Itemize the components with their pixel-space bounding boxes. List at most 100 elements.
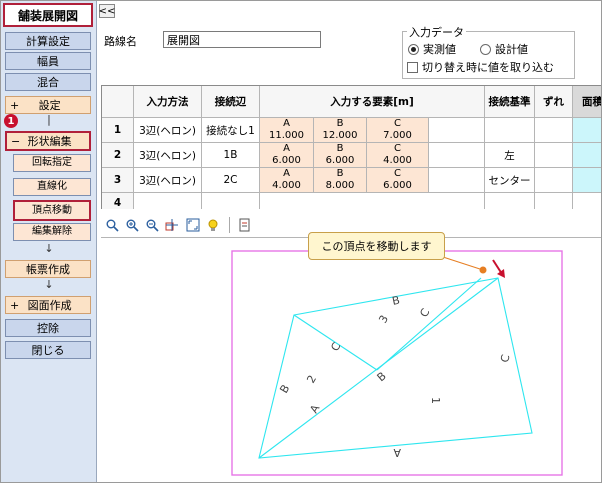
element-key: B — [336, 143, 344, 154]
sidebar-item-tojiru[interactable]: 閉じる — [5, 341, 91, 359]
sidebar-item-kaiten-shitei[interactable]: 回転指定 — [13, 154, 91, 172]
flow-arrow: ↓ — [44, 278, 54, 291]
element-key: C — [394, 143, 401, 154]
row-number: 1 — [102, 118, 134, 143]
area-cell — [573, 168, 601, 193]
checkbox-label: 切り替え時に値を取り込む — [422, 61, 554, 74]
sidebar-item-chokusenka[interactable]: 直線化 — [13, 178, 91, 196]
sidebar-item-label: 頂点移動 — [32, 204, 72, 216]
sidebar-item-fukuin[interactable]: 幅員 — [5, 52, 91, 70]
element-extra-cell[interactable] — [429, 118, 485, 143]
element-key: A — [283, 118, 290, 129]
header-area: 面積 — [573, 86, 601, 118]
drawing-canvas[interactable]: B 3 C C 2 B A B 1 C A — [101, 237, 601, 482]
element-extra-cell[interactable] — [429, 168, 485, 193]
elements-cell[interactable] — [260, 193, 485, 209]
basis-cell[interactable]: センター — [485, 168, 535, 193]
area-cell — [573, 193, 601, 209]
element-c-cell[interactable]: C 6.000 — [367, 168, 429, 193]
collapse-sidebar-button[interactable]: << — [99, 4, 115, 18]
offset-cell[interactable] — [535, 118, 573, 143]
sidebar-item-label: 設定 — [38, 99, 61, 112]
method-cell[interactable] — [134, 193, 202, 209]
element-key: A — [283, 143, 290, 154]
sidebar: 舗装展開図 計算設定 幅員 混合 + 設定 | 1 − 形状編集 回転指定 直線… — [1, 1, 97, 482]
zoom-out-icon[interactable] — [145, 218, 159, 232]
header-basis: 接続基準 — [485, 86, 535, 118]
edge-cell[interactable]: 1B — [202, 143, 260, 168]
sidebar-item-keijo-henshu[interactable]: − 形状編集 — [5, 131, 91, 151]
element-key: B — [336, 118, 344, 129]
element-value: 6.000 — [383, 180, 412, 191]
radio-label: 設計値 — [495, 43, 528, 56]
area-cell — [573, 118, 601, 143]
label-t2-c: C — [328, 340, 343, 353]
sidebar-item-keisan-settei[interactable]: 計算設定 — [5, 32, 91, 50]
offset-cell[interactable] — [535, 168, 573, 193]
label-t3-c: C — [417, 306, 432, 319]
element-c-cell[interactable]: C 7.000 — [367, 118, 429, 143]
header-offset: ずれ — [535, 86, 573, 118]
print-icon[interactable] — [237, 218, 251, 232]
sidebar-item-zumen-sakusei[interactable]: + 図面作成 — [5, 296, 91, 314]
sidebar-item-label: 計算設定 — [26, 35, 70, 48]
route-name-input[interactable] — [163, 31, 321, 48]
sidebar-item-kongo[interactable]: 混合 — [5, 73, 91, 91]
sidebar-item-label: 回転指定 — [32, 157, 72, 168]
sidebar-item-kojo[interactable]: 控除 — [5, 319, 91, 337]
edge-cell[interactable]: 接続なし1 — [202, 118, 260, 143]
zoom-icon[interactable] — [105, 218, 119, 232]
element-b-cell[interactable]: B 12.000 — [314, 118, 367, 143]
element-a-cell[interactable]: A 6.000 — [260, 143, 314, 168]
header-method: 入力方法 — [134, 86, 202, 118]
sidebar-item-label: 閉じる — [31, 344, 65, 357]
element-c-cell[interactable]: C 4.000 — [367, 143, 429, 168]
vertex-callout: この頂点を移動します — [308, 232, 445, 260]
import-on-switch-checkbox[interactable]: 切り替え時に値を取り込む — [407, 59, 554, 75]
element-value: 8.000 — [325, 180, 355, 191]
method-cell[interactable]: 3辺(ヘロン) — [134, 118, 202, 143]
sidebar-item-chohyo-sakusei[interactable]: 帳票作成 — [5, 260, 91, 278]
element-b-cell[interactable]: B 8.000 — [314, 168, 367, 193]
fit-icon[interactable] — [186, 218, 200, 232]
radio-design[interactable]: 設計値 — [480, 41, 528, 57]
expand-icon: + — [10, 298, 20, 312]
light-icon[interactable] — [206, 218, 220, 232]
basis-cell[interactable]: 左 — [485, 143, 535, 168]
app-window: 舗装展開図 計算設定 幅員 混合 + 設定 | 1 − 形状編集 回転指定 直線… — [0, 0, 602, 483]
sidebar-item-henshu-kaijo[interactable]: 編集解除 — [13, 223, 91, 241]
element-value: 7.000 — [383, 130, 412, 141]
label-t2-a: A — [307, 402, 322, 415]
sidebar-item-choten-ido[interactable]: 頂点移動 — [13, 200, 91, 221]
sidebar-item-label: 控除 — [37, 322, 59, 335]
radio-measured[interactable]: 実測値 — [408, 41, 456, 57]
checkbox-icon — [407, 61, 418, 73]
element-extra-cell[interactable] — [429, 143, 485, 168]
offset-cell[interactable] — [535, 143, 573, 168]
header-elements: 入力する要素[m] — [260, 86, 485, 118]
element-value: 11.000 — [269, 130, 304, 141]
radio-selected-icon — [408, 43, 419, 55]
zoom-in-icon[interactable] — [125, 218, 139, 232]
method-cell[interactable]: 3辺(ヘロン) — [134, 168, 202, 193]
sidebar-item-settei[interactable]: + 設定 — [5, 96, 91, 114]
basis-cell[interactable] — [485, 118, 535, 143]
radio-label: 実測値 — [423, 43, 456, 56]
element-key: C — [394, 168, 401, 179]
label-t1-a: A — [393, 446, 401, 459]
offset-cell[interactable] — [535, 193, 573, 209]
edge-cell[interactable] — [202, 193, 260, 209]
element-a-cell[interactable]: A 4.000 — [260, 168, 314, 193]
method-cell[interactable]: 3辺(ヘロン) — [134, 143, 202, 168]
element-a-cell[interactable]: A 11.000 — [260, 118, 314, 143]
sidebar-item-label: 図面作成 — [27, 299, 72, 312]
basis-cell[interactable] — [485, 193, 535, 209]
sidebar-item-label: 幅員 — [37, 55, 59, 68]
toolbar-separator — [229, 217, 230, 233]
element-value: 4.000 — [272, 180, 301, 191]
pan-icon[interactable] — [165, 218, 179, 232]
element-b-cell[interactable]: B 6.000 — [314, 143, 367, 168]
edge-cell[interactable]: 2C — [202, 168, 260, 193]
element-key: A — [283, 168, 290, 179]
radio-icon — [480, 43, 491, 55]
